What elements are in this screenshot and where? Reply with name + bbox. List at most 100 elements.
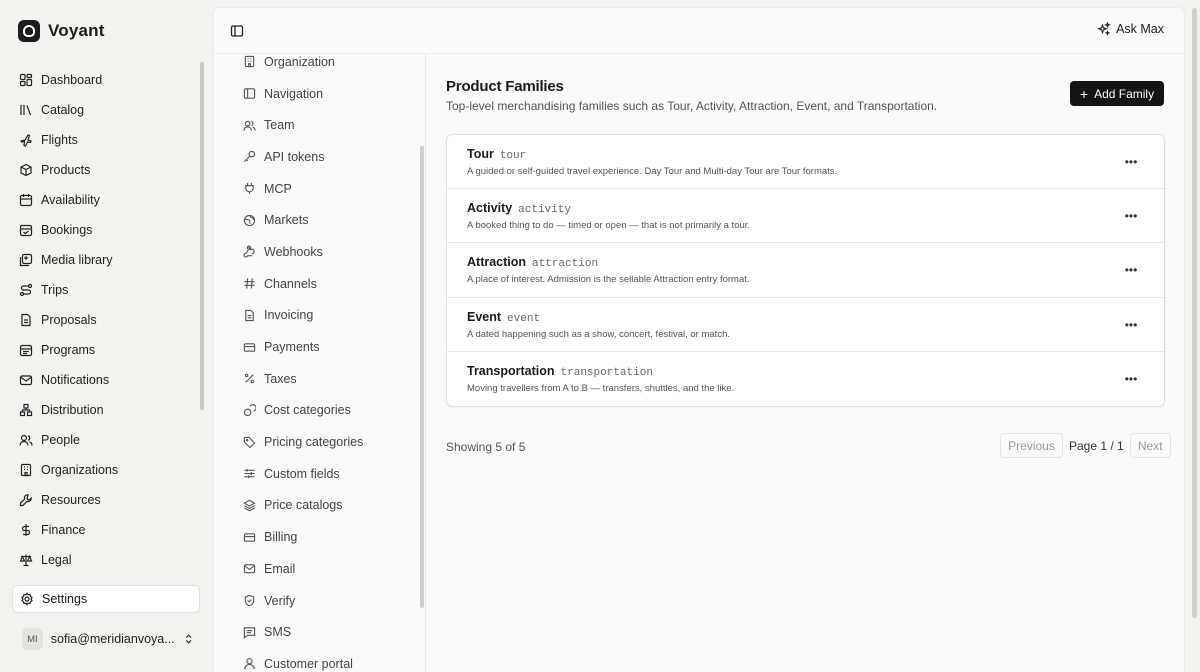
- list-item[interactable]: Event event A dated happening such as a s…: [447, 298, 1164, 352]
- more-icon[interactable]: •••: [1124, 155, 1138, 169]
- more-icon[interactable]: •••: [1124, 263, 1138, 277]
- previous-button[interactable]: Previous: [1000, 433, 1063, 458]
- subnav-item-markets[interactable]: Markets: [232, 204, 412, 236]
- subnav-item-payments[interactable]: Payments: [232, 331, 412, 363]
- nav-item-programs[interactable]: Programs: [12, 335, 200, 365]
- subnav-item-billing[interactable]: Billing: [232, 521, 412, 553]
- nav-item-media-library[interactable]: Media library: [12, 245, 200, 275]
- subnav-item-api-tokens[interactable]: API tokens: [232, 141, 412, 173]
- more-icon[interactable]: •••: [1124, 318, 1138, 332]
- subnav-item-label: Team: [264, 118, 295, 133]
- family-name: Transportation transportation: [467, 364, 653, 379]
- add-family-button[interactable]: + Add Family: [1070, 81, 1164, 106]
- user-menu[interactable]: MI sofia@meridianvoya...: [22, 626, 194, 652]
- nav-item-label: Products: [41, 163, 91, 177]
- family-name-text: Event: [467, 309, 502, 324]
- nav-item-resources[interactable]: Resources: [12, 485, 200, 515]
- nav-item-label: Legal: [41, 553, 72, 567]
- route-icon: [19, 283, 33, 297]
- page-scrollbar[interactable]: [1192, 8, 1197, 618]
- family-description: A dated happening such as a show, concer…: [467, 328, 730, 340]
- family-code: attraction: [532, 258, 599, 271]
- subnav-item-custom-fields[interactable]: Custom fields: [232, 458, 412, 490]
- nav-item-flights[interactable]: Flights: [12, 125, 200, 155]
- page-title: Product Families: [446, 78, 564, 95]
- nav-item-availability[interactable]: Availability: [12, 185, 200, 215]
- nav-item-legal[interactable]: Legal: [12, 545, 200, 575]
- sparkles-icon: [1097, 22, 1112, 36]
- webhook-icon: [243, 246, 255, 259]
- nav-item-label: Availability: [41, 193, 100, 207]
- nav-item-label: Programs: [41, 343, 96, 357]
- subnav-item-sms[interactable]: SMS: [232, 616, 412, 648]
- more-icon[interactable]: •••: [1124, 372, 1138, 386]
- subnav-item-channels[interactable]: Channels: [232, 268, 412, 300]
- top-bar: Ask Max: [214, 8, 1184, 54]
- nav-item-distribution[interactable]: Distribution: [12, 395, 200, 425]
- dashboard-icon: [19, 73, 33, 87]
- subnav-item-taxes[interactable]: Taxes: [232, 363, 412, 395]
- subnav-item-cost-categories[interactable]: Cost categories: [232, 395, 412, 427]
- subnav-item-navigation[interactable]: Navigation: [232, 78, 412, 110]
- family-name-text: Activity: [467, 201, 513, 216]
- subnav-item-team[interactable]: Team: [232, 109, 412, 141]
- nav-item-dashboard[interactable]: Dashboard: [12, 65, 200, 95]
- plug-icon: [245, 183, 254, 195]
- nav-item-settings[interactable]: Settings: [12, 585, 200, 613]
- nav-item-notifications[interactable]: Notifications: [12, 365, 200, 395]
- family-description: A booked thing to do — timed or open — t…: [467, 220, 751, 232]
- nav-item-label: Dashboard: [41, 73, 103, 87]
- nav-item-organizations[interactable]: Organizations: [12, 455, 200, 485]
- subnav-item-label: API tokens: [264, 149, 325, 164]
- family-name-text: Tour: [467, 147, 494, 161]
- nav-item-people[interactable]: People: [12, 425, 200, 455]
- subnav-item-label: Invoicing: [264, 308, 314, 323]
- sidebar-scrollbar[interactable]: [200, 62, 204, 410]
- subnav-item-label: Webhooks: [264, 244, 323, 259]
- content-area: Product Families Top-level merchandising…: [426, 54, 1184, 672]
- nav-item-trips[interactable]: Trips: [12, 275, 200, 305]
- sidebar-icon: [243, 88, 256, 99]
- family-description: Moving travellers from A to B — transfer…: [467, 382, 735, 394]
- nav-item-label: Organizations: [41, 463, 119, 477]
- subnav-item-customer-portal[interactable]: Customer portal: [232, 648, 412, 672]
- sidebar-toggle-icon[interactable]: [230, 24, 244, 38]
- subnav-item-organization[interactable]: Organization: [232, 54, 412, 78]
- pagination: Previous Page 1 / 1 Next: [1000, 433, 1171, 458]
- nav-item-products[interactable]: Products: [12, 155, 200, 185]
- user-icon: [244, 658, 255, 670]
- nav-item-bookings[interactable]: Bookings: [12, 215, 200, 245]
- subnav-item-verify[interactable]: Verify: [232, 585, 412, 617]
- list-item[interactable]: Tour tour A guided or self-guided travel …: [447, 135, 1164, 190]
- brand-name: Voyant: [48, 21, 105, 40]
- list-item[interactable]: Attraction attraction A place of interest…: [447, 243, 1164, 298]
- scale-icon: [19, 554, 33, 567]
- nav-item-label: Bookings: [41, 223, 93, 237]
- sliders-icon: [244, 469, 255, 479]
- nav-item-proposals[interactable]: Proposals: [12, 305, 200, 335]
- nav-item-label: Finance: [41, 523, 86, 537]
- subnav-item-label: Email: [264, 561, 296, 576]
- nav-item-catalog[interactable]: Catalog: [12, 95, 200, 125]
- subnav-item-price-catalogs[interactable]: Price catalogs: [232, 490, 412, 522]
- subnav-item-label: Verify: [264, 593, 296, 608]
- subnav-item-invoicing[interactable]: Invoicing: [232, 300, 412, 332]
- family-code: event: [507, 312, 541, 325]
- ask-max-button[interactable]: Ask Max: [1097, 22, 1164, 36]
- nav-item-label: Catalog: [41, 103, 85, 117]
- subnav-item-mcp[interactable]: MCP: [232, 173, 412, 205]
- subnav-item-pricing-categories[interactable]: Pricing categories: [232, 426, 412, 458]
- subnav-item-label: Price catalogs: [264, 498, 343, 513]
- subnav-item-email[interactable]: Email: [232, 553, 412, 585]
- network-icon: [19, 403, 33, 417]
- list-item[interactable]: Transportation transportation Moving trav…: [447, 352, 1164, 406]
- subnav-item-webhooks[interactable]: Webhooks: [232, 236, 412, 268]
- main-panel: Ask Max Organization Navigation Team API…: [213, 7, 1185, 672]
- nav-item-finance[interactable]: Finance: [12, 515, 200, 545]
- next-button[interactable]: Next: [1129, 433, 1171, 458]
- subnav-scrollbar[interactable]: [420, 146, 424, 608]
- brand[interactable]: Voyant: [18, 20, 105, 42]
- list-item[interactable]: Activity activity A booked thing to do — …: [447, 189, 1164, 244]
- layers-icon: [243, 499, 256, 512]
- more-icon[interactable]: •••: [1124, 209, 1138, 223]
